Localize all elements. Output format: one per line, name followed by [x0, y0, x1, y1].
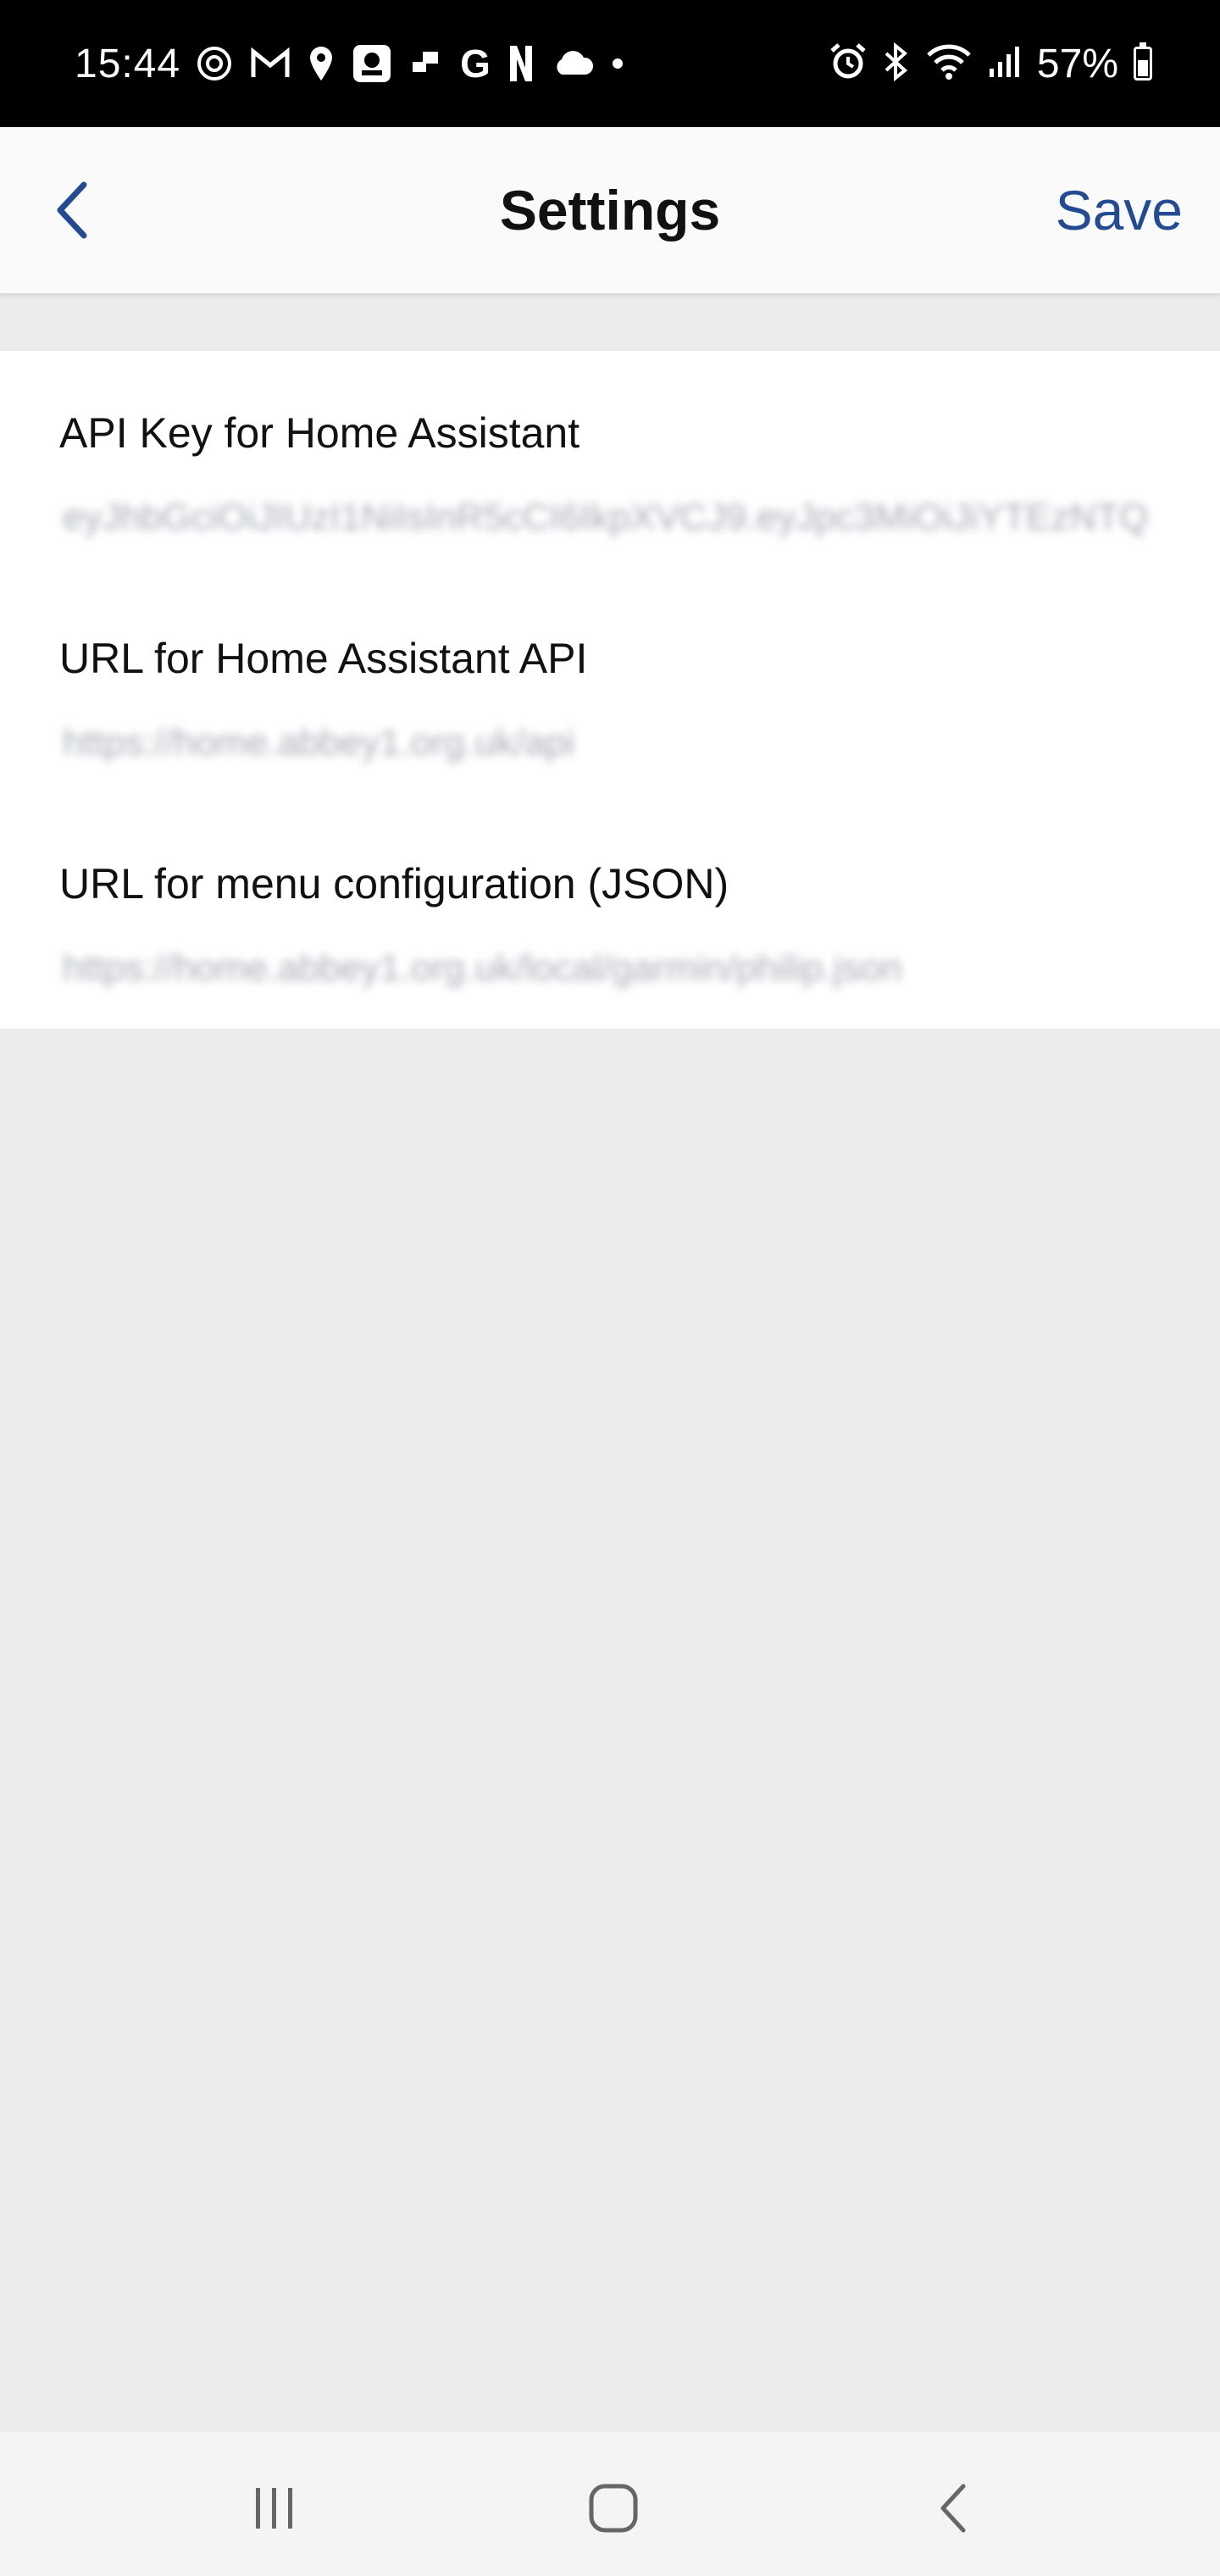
- google-icon: G: [460, 42, 491, 86]
- setting-label: URL for Home Assistant API: [59, 635, 588, 682]
- netflix-icon: [507, 43, 535, 84]
- recent-apps-button[interactable]: [224, 2466, 325, 2551]
- app-small-icon: [409, 43, 443, 84]
- threads-icon: [196, 43, 233, 84]
- cloud-icon: [552, 43, 594, 84]
- setting-api-url[interactable]: URL for Home Assistant API https://home.…: [0, 576, 1220, 802]
- alarm-icon: [829, 42, 868, 86]
- nav-back-button[interactable]: [903, 2466, 1005, 2551]
- api-url-field[interactable]: https://home.abbey1.org.uk/api: [63, 722, 1161, 764]
- settings-list: API Key for Home Assistant eyJhbGciOiJIU…: [0, 351, 1220, 1029]
- dot-icon: [611, 43, 624, 84]
- home-icon: [589, 2484, 638, 2533]
- home-button[interactable]: [563, 2466, 664, 2551]
- setting-label: API Key for Home Assistant: [59, 409, 580, 457]
- status-bar: 15:44 G 57%: [0, 0, 1220, 127]
- status-time: 15:44: [75, 41, 181, 86]
- gmail-icon: [250, 43, 291, 84]
- app-square-icon: [352, 43, 392, 84]
- status-right-icons: 57%: [829, 41, 1152, 87]
- page-title: Settings: [499, 179, 721, 242]
- setting-menu-config-url[interactable]: URL for menu configuration (JSON) https:…: [0, 802, 1220, 1027]
- app-bar: Settings Save: [0, 127, 1220, 293]
- wifi-icon: [925, 43, 973, 85]
- bluetooth-icon: [883, 42, 910, 86]
- api-key-field[interactable]: eyJhbGciOiJIUzI1NiIsInR5cCI6IkpXVCJ9.eyJ…: [63, 497, 1161, 539]
- menu-config-url-field[interactable]: https://home.abbey1.org.uk/local/garmin/…: [63, 947, 1161, 990]
- setting-label: URL for menu configuration (JSON): [59, 860, 729, 908]
- save-button[interactable]: Save: [1056, 127, 1183, 293]
- battery-icon: [1134, 42, 1152, 80]
- status-left-icons: G: [196, 42, 624, 86]
- recent-apps-icon: [256, 2488, 292, 2529]
- battery-fill: [1138, 59, 1148, 76]
- setting-api-key[interactable]: API Key for Home Assistant eyJhbGciOiJIU…: [0, 351, 1220, 576]
- battery-percent: 57%: [1036, 41, 1118, 86]
- system-nav-bar: [0, 2432, 1220, 2576]
- location-icon: [308, 43, 335, 84]
- signal-icon: [988, 45, 1022, 83]
- back-icon: [940, 2484, 966, 2533]
